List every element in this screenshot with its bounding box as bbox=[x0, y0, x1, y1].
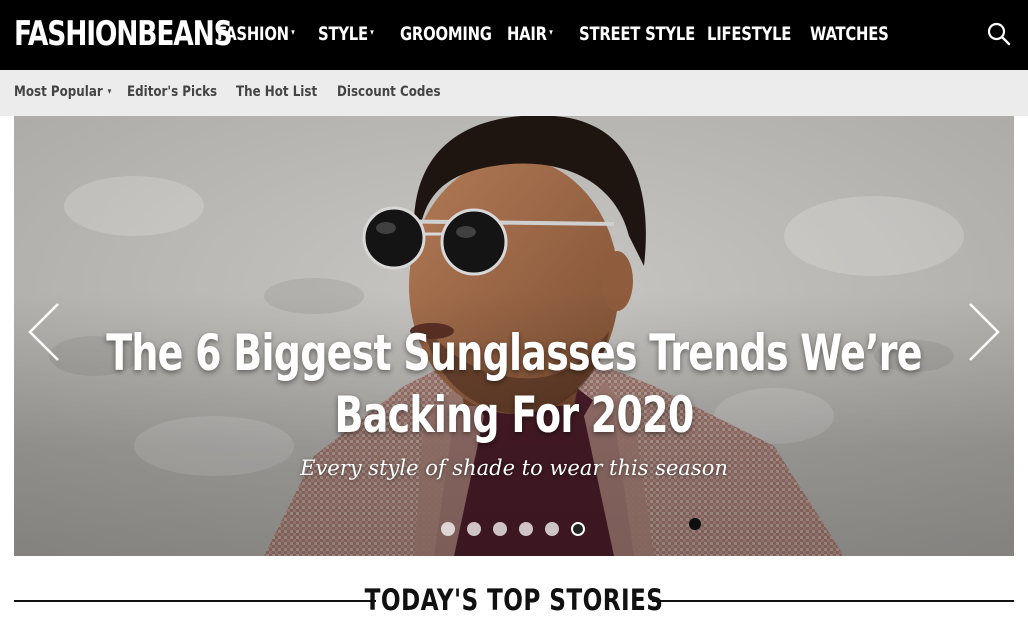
subnav-item-label: Most Popular bbox=[14, 84, 103, 100]
hero-headline-text: The 6 Biggest Sunglasses Trends We’re Ba… bbox=[106, 324, 922, 444]
search-icon[interactable] bbox=[986, 21, 1012, 47]
secondary-navigation-bar: Most Popular ▾ Editor's Picks The Hot Lis… bbox=[0, 70, 1028, 116]
nav-item-label: HAIR bbox=[507, 23, 547, 45]
nav-item-label: FASHION bbox=[217, 23, 289, 45]
nav-item-label: LIFESTYLE bbox=[707, 23, 792, 45]
nav-item-fashion[interactable]: FASHION ▾ bbox=[217, 23, 295, 45]
nav-item-style[interactable]: STYLE ▾ bbox=[318, 23, 374, 45]
nav-item-lifestyle[interactable]: LIFESTYLE bbox=[707, 23, 791, 45]
subnav-item-editors-picks[interactable]: Editor's Picks bbox=[127, 84, 217, 100]
dropdown-caret-icon: ▾ bbox=[291, 28, 295, 38]
top-navigation-bar: FASHIONBEANS FASHION ▾ STYLE ▾ GROOMING HA… bbox=[0, 0, 1028, 70]
hero-carousel[interactable]: The 6 Biggest Sunglasses Trends We’re Ba… bbox=[14, 116, 1014, 556]
carousel-dot[interactable] bbox=[441, 522, 455, 536]
subnav-item-most-popular[interactable]: Most Popular ▾ bbox=[14, 84, 111, 100]
section-title: TODAY'S TOP STORIES bbox=[364, 583, 664, 617]
subnav-item-label: Editor's Picks bbox=[127, 84, 218, 100]
nav-item-street-style[interactable]: STREET STYLE bbox=[579, 23, 695, 45]
nav-item-label: GROOMING bbox=[400, 23, 492, 45]
hero-subheadline: Every style of shade to wear this season bbox=[300, 456, 728, 480]
carousel-pagination bbox=[441, 522, 585, 536]
nav-item-label: WATCHES bbox=[810, 23, 889, 45]
dropdown-caret-icon: ▾ bbox=[107, 87, 112, 97]
nav-item-hair[interactable]: HAIR ▾ bbox=[507, 23, 553, 45]
nav-item-label: STYLE bbox=[318, 23, 368, 45]
subnav-item-label: The Hot List bbox=[236, 84, 318, 100]
carousel-dot[interactable] bbox=[519, 522, 533, 536]
chevron-right-icon[interactable] bbox=[966, 300, 1002, 364]
dropdown-caret-icon: ▾ bbox=[549, 28, 553, 38]
carousel-dot[interactable] bbox=[467, 522, 481, 536]
subnav-item-the-hot-list[interactable]: The Hot List bbox=[236, 84, 317, 100]
chevron-left-icon[interactable] bbox=[26, 300, 62, 364]
site-logo[interactable]: FASHIONBEANS bbox=[14, 14, 233, 54]
carousel-dot[interactable] bbox=[545, 522, 559, 536]
top-stories-heading: TODAY'S TOP STORIES bbox=[14, 578, 1014, 622]
hero-headline[interactable]: The 6 Biggest Sunglasses Trends We’re Ba… bbox=[106, 322, 922, 446]
carousel-dot-active[interactable] bbox=[571, 522, 585, 536]
subnav-item-discount-codes[interactable]: Discount Codes bbox=[337, 84, 441, 100]
nav-item-watches[interactable]: WATCHES bbox=[810, 23, 889, 45]
nav-item-label: STREET STYLE bbox=[579, 23, 695, 45]
nav-item-grooming[interactable]: GROOMING bbox=[400, 23, 492, 45]
subnav-item-label: Discount Codes bbox=[337, 84, 441, 100]
dropdown-caret-icon: ▾ bbox=[370, 28, 374, 38]
carousel-dot[interactable] bbox=[493, 522, 507, 536]
